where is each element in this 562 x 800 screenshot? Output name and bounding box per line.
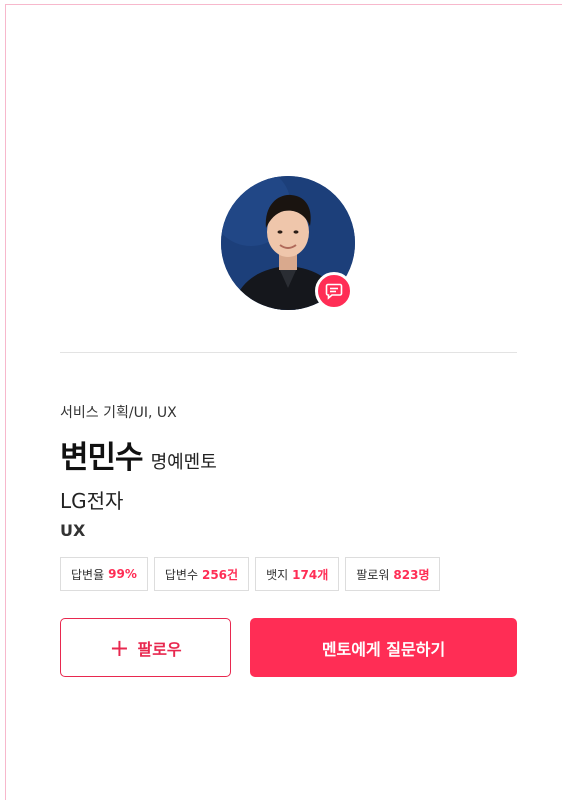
mentor-name: 변민수 (60, 440, 144, 476)
stats-row: 답변율 99% 답변수 256건 뱃지 174개 팔로워 823명 (60, 557, 441, 591)
chat-badge[interactable] (315, 272, 353, 310)
stat-followers: 팔로워 823명 (345, 557, 441, 591)
chat-bubble-icon (325, 283, 343, 300)
follow-button-label: 팔로우 (137, 639, 182, 659)
mentor-category: 서비스 기획/UI, UX (60, 405, 177, 421)
stat-answer-rate: 답변율 99% (60, 557, 148, 591)
stat-answer-count: 답변수 256건 (153, 557, 250, 591)
ask-mentor-button[interactable]: 멘토에게 질문하기 (250, 618, 517, 677)
mentor-field: UX (60, 521, 86, 540)
stat-value: 99% (108, 567, 137, 581)
name-row: 변민수 명예멘토 (60, 432, 217, 477)
plus-icon: + (109, 633, 130, 662)
stat-label: 뱃지 (266, 567, 289, 582)
stat-value: 174개 (292, 567, 329, 582)
mentor-company: LG전자 (60, 489, 124, 513)
stat-label: 답변율 (71, 567, 105, 582)
avatar-container[interactable] (221, 176, 355, 310)
stat-label: 팔로워 (356, 567, 390, 582)
mentor-role: 명예멘토 (150, 452, 217, 473)
stat-value: 823명 (393, 567, 430, 582)
stat-value: 256건 (201, 567, 239, 582)
ask-mentor-button-label: 멘토에게 질문하기 (321, 639, 446, 659)
stat-badges: 뱃지 174개 (255, 557, 340, 591)
stat-label: 답변수 (164, 567, 198, 582)
follow-button[interactable]: + 팔로우 (60, 618, 231, 677)
divider (60, 352, 517, 353)
